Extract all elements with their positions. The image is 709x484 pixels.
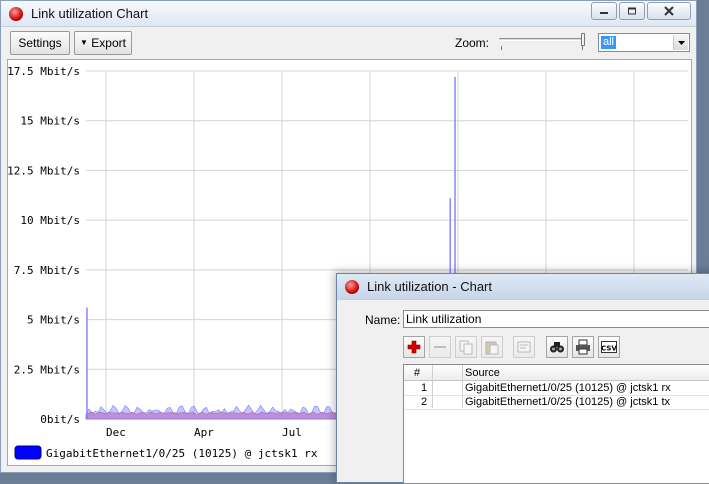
chevron-down-icon[interactable] — [673, 35, 688, 50]
y-tick-label: 12.5 Mbit/s — [8, 164, 80, 177]
export-button[interactable]: ▼ Export — [74, 31, 132, 55]
x-tick-label: Jul — [282, 426, 302, 439]
row-source: GigabitEthernet1/0/25 (10125) @ jctsk1 t… — [465, 396, 670, 408]
name-label: Name: — [365, 313, 401, 327]
csv-button[interactable]: CSV — [598, 336, 620, 358]
dialog-titlebar[interactable]: Link utilization - Chart — [337, 274, 709, 300]
column-header-index[interactable]: # — [414, 366, 420, 380]
minimize-button[interactable] — [591, 2, 617, 20]
dialog-app-icon — [345, 280, 359, 294]
x-tick-label: Dec — [106, 426, 126, 439]
app-logo-icon — [9, 7, 23, 21]
dropdown-arrow-icon: ▼ — [80, 38, 88, 47]
add-button[interactable] — [403, 336, 425, 358]
zoom-label: Zoom: — [455, 36, 490, 50]
zoom-select[interactable]: all — [598, 33, 690, 52]
csv-icon: CSV — [601, 341, 617, 353]
y-tick-label: 5 Mbit/s — [27, 314, 80, 327]
minimize-icon — [600, 12, 608, 14]
zoom-slider[interactable] — [499, 38, 581, 41]
chart-settings-dialog: Link utilization - Chart Name: Link util… — [336, 273, 709, 484]
y-tick-label: 15 Mbit/s — [20, 115, 80, 128]
y-tick-label: 17.5 Mbit/s — [8, 65, 80, 78]
legend-swatch — [14, 445, 42, 460]
table-header — [404, 365, 709, 381]
comment-button[interactable] — [513, 336, 535, 358]
y-tick-label: 0bit/s — [40, 413, 80, 426]
row-index: 2 — [421, 396, 428, 408]
window-title: Link utilization Chart — [31, 6, 149, 21]
comment-icon — [517, 341, 531, 353]
svg-text:CSV: CSV — [601, 345, 617, 353]
row-source: GigabitEthernet1/0/25 (10125) @ jctsk1 r… — [465, 382, 671, 394]
y-tick-label: 10 Mbit/s — [20, 214, 80, 227]
y-tick-label: 2.5 Mbit/s — [14, 363, 80, 376]
y-tick-label: 7.5 Mbit/s — [14, 264, 80, 277]
find-icon — [550, 342, 564, 353]
export-label: Export — [91, 36, 126, 50]
print-icon — [576, 339, 590, 355]
paste-button[interactable] — [481, 336, 503, 358]
x-tick-label: Apr — [194, 426, 214, 439]
zoom-slider-thumb[interactable] — [581, 33, 585, 46]
zoom-slider-ticks — [501, 46, 583, 50]
remove-button[interactable] — [429, 336, 451, 358]
maximize-button[interactable] — [619, 2, 645, 20]
chart-toolbar: Settings ▼ Export Zoom: all — [1, 27, 696, 59]
sources-table: # Source 1 GigabitEthernet1/0/25 (10125)… — [403, 364, 709, 484]
paste-icon — [485, 341, 499, 355]
settings-button[interactable]: Settings — [10, 31, 70, 55]
find-button[interactable] — [546, 336, 568, 358]
maximize-icon — [628, 7, 636, 15]
zoom-select-value: all — [601, 36, 617, 49]
print-button[interactable] — [572, 336, 594, 358]
chart-window-titlebar[interactable]: Link utilization Chart — [1, 1, 696, 27]
column-header-source[interactable]: Source — [465, 366, 500, 380]
name-input[interactable]: Link utilization — [403, 310, 709, 328]
copy-button[interactable] — [455, 336, 477, 358]
remove-icon — [434, 346, 446, 348]
copy-icon — [459, 340, 473, 355]
close-icon — [664, 6, 674, 16]
legend-label: GigabitEthernet1/0/25 (10125) @ jctsk1 r… — [46, 447, 318, 460]
row-index: 1 — [421, 382, 428, 394]
close-button[interactable] — [647, 2, 691, 20]
dialog-title: Link utilization - Chart — [367, 279, 492, 294]
add-icon — [407, 340, 421, 354]
